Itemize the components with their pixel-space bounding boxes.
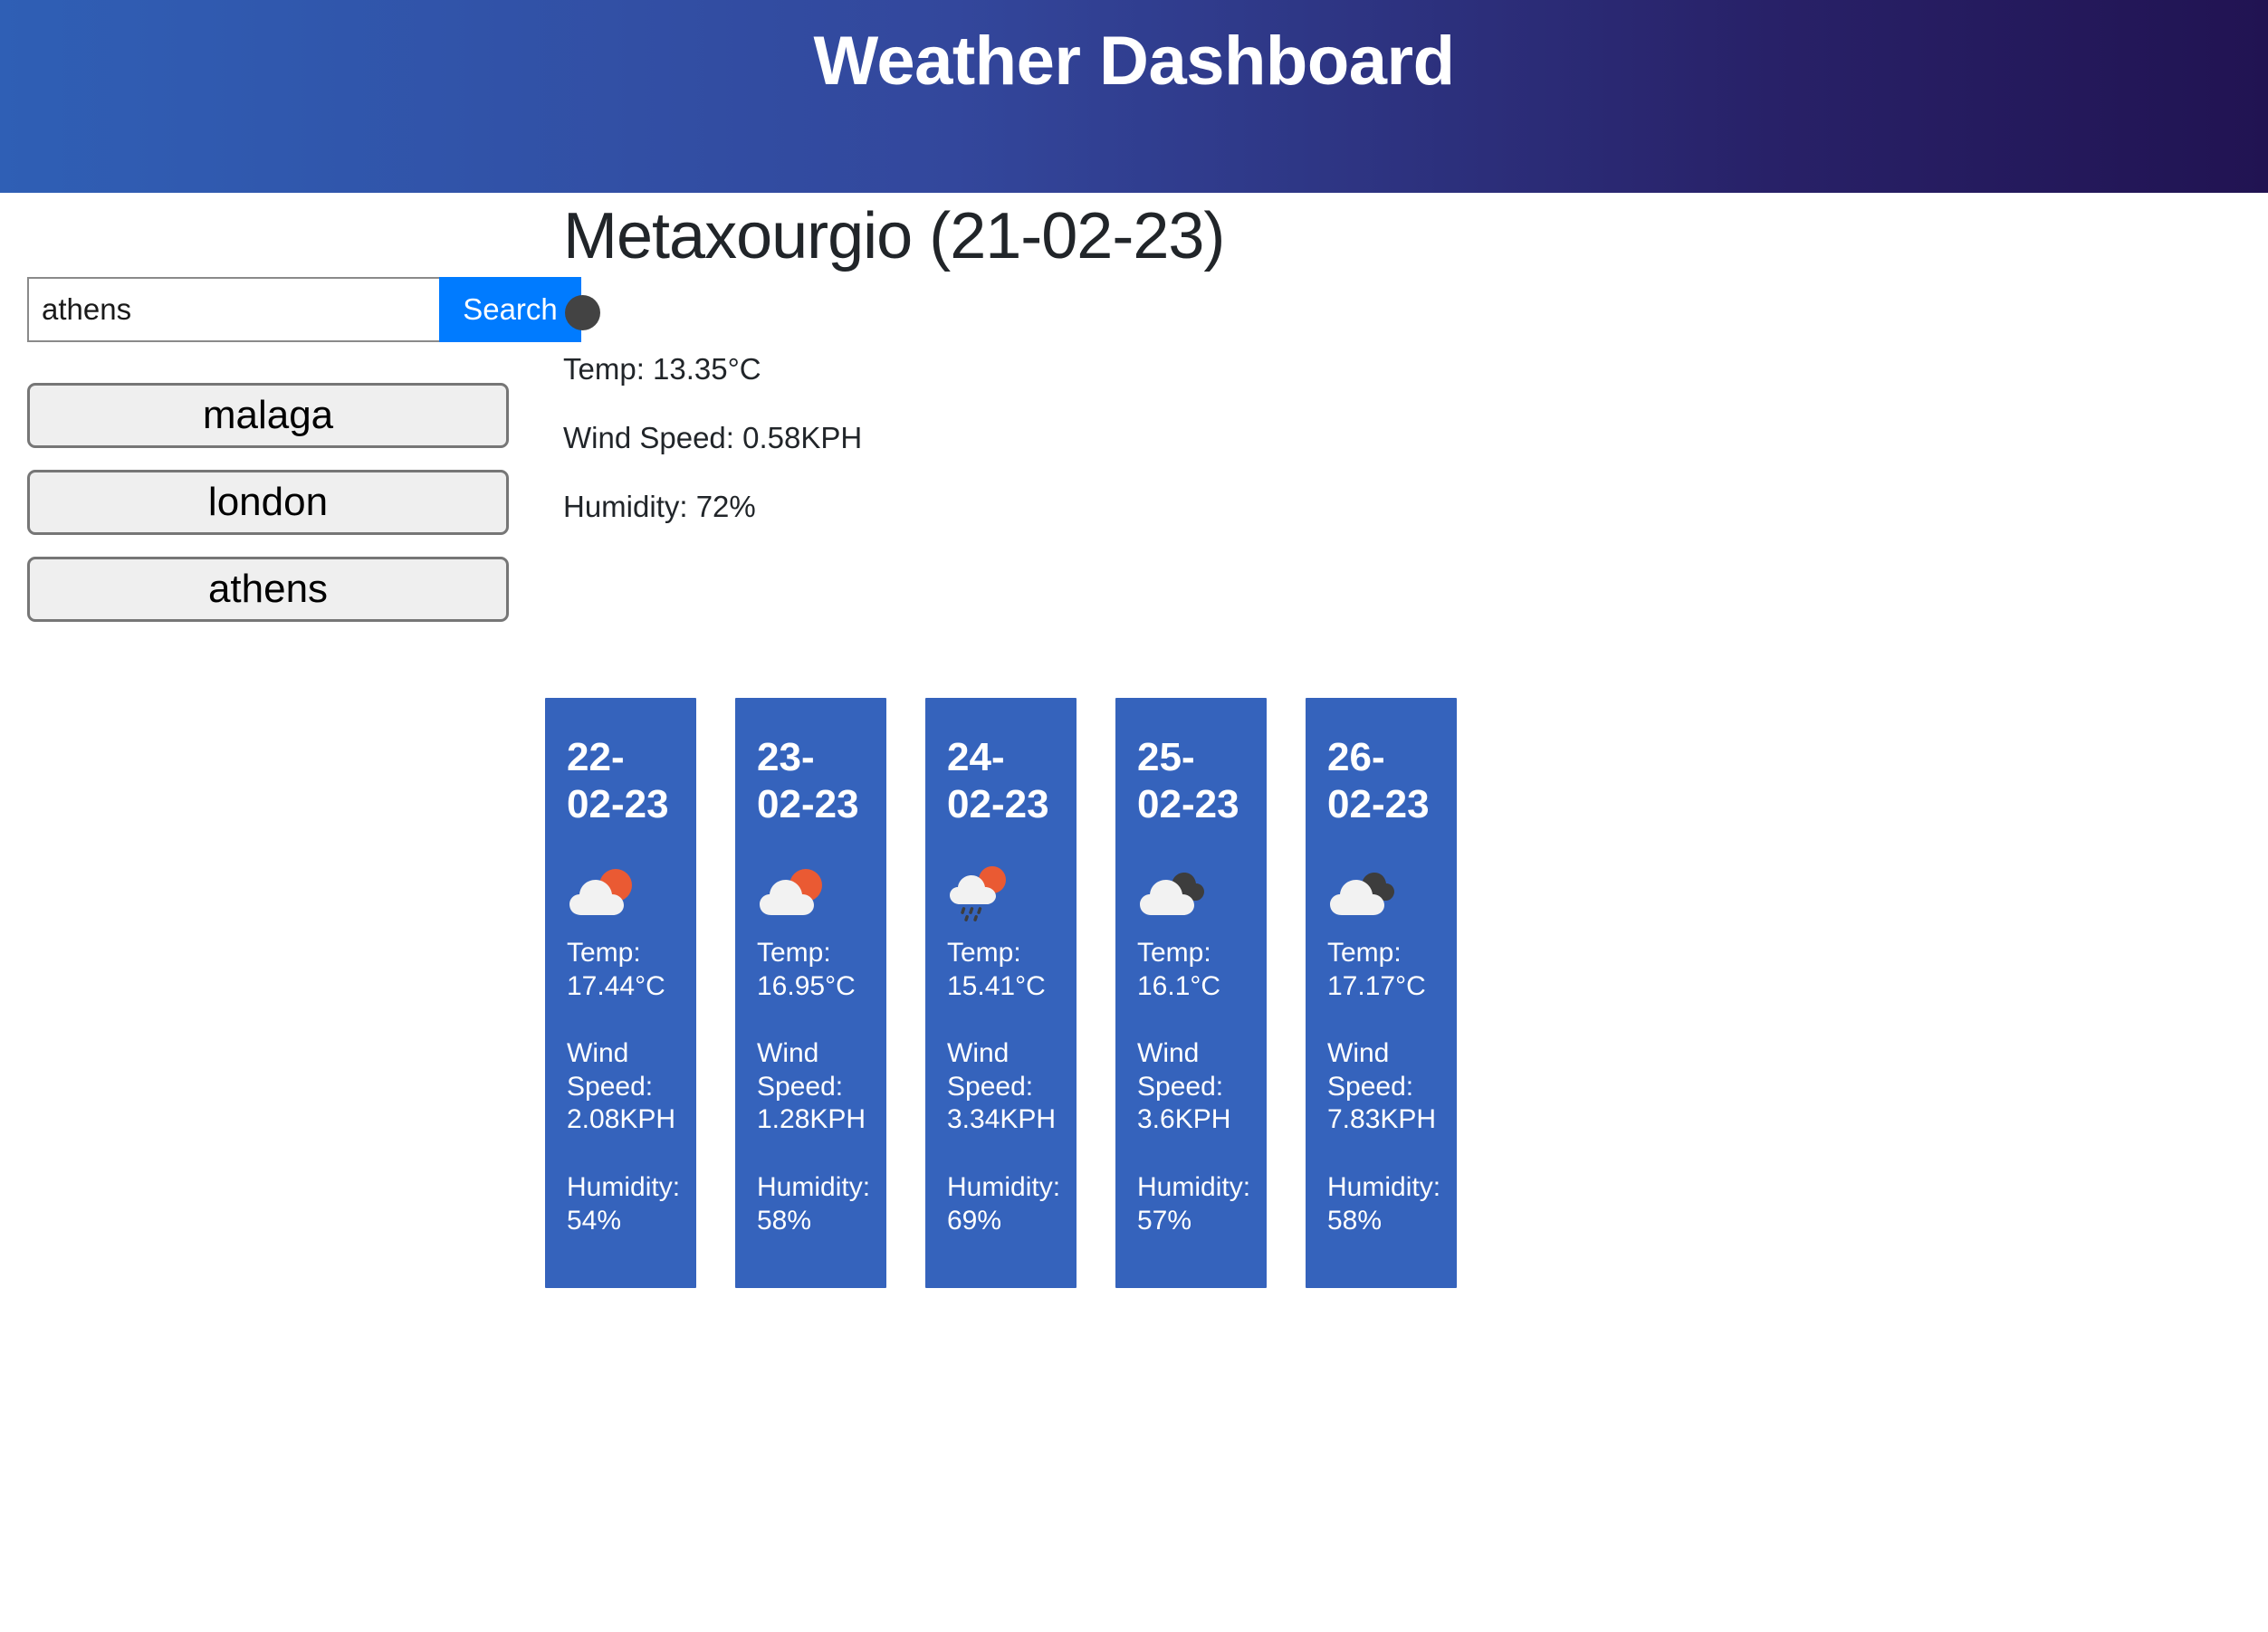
forecast-card: 24-02-23 Temp: 15.41°C Wind Speed: 3.34K… bbox=[925, 698, 1077, 1289]
search-input[interactable] bbox=[27, 277, 439, 342]
forecast-temp: Temp: 16.1°C bbox=[1137, 937, 1221, 1001]
forecast-humidity: Humidity: 57% bbox=[1137, 1171, 1251, 1236]
forecast-wind-speed: Wind Speed: 7.83KPH bbox=[1327, 1038, 1437, 1135]
current-weather-panel: Metaxourgio (21-02-23) Temp: 13.35°C Win… bbox=[543, 193, 2268, 524]
city-button-london[interactable]: london bbox=[27, 470, 509, 535]
forecast-date: 23-02-23 bbox=[757, 735, 859, 827]
forecast-temp: Temp: 17.17°C bbox=[1327, 937, 1426, 1001]
few-clouds-icon bbox=[760, 868, 822, 915]
current-weather-icon-wrap bbox=[563, 275, 2268, 351]
few-clouds-icon bbox=[569, 868, 632, 915]
recent-city-list: malaga london athens bbox=[27, 383, 543, 622]
page-body: Search malaga london athens Metaxourgio … bbox=[0, 193, 2268, 1289]
forecast-humidity: Humidity: 58% bbox=[757, 1171, 871, 1236]
broken-image-placeholder-icon bbox=[565, 295, 600, 331]
forecast-date: 22-02-23 bbox=[567, 735, 669, 827]
city-button-athens[interactable]: athens bbox=[27, 557, 509, 622]
forecast-date: 26-02-23 bbox=[1327, 735, 1430, 827]
forecast-card: 25-02-23 Temp: 16.1°C Wind Speed: 3.6KPH… bbox=[1115, 698, 1267, 1289]
broken-clouds-icon bbox=[1140, 872, 1204, 915]
main-content: Metaxourgio (21-02-23) Temp: 13.35°C Win… bbox=[543, 193, 2268, 1289]
forecast-humidity: Humidity: 58% bbox=[1327, 1171, 1441, 1236]
forecast-card: 23-02-23 Temp: 16.95°C Wind Speed: 1.28K… bbox=[735, 698, 886, 1289]
forecast-list: 22-02-23 Temp: 17.44°C Wind Speed: 2.08K… bbox=[543, 557, 2268, 1289]
broken-clouds-icon bbox=[1330, 872, 1394, 915]
forecast-humidity: Humidity: 54% bbox=[567, 1171, 681, 1236]
forecast-humidity: Humidity: 69% bbox=[947, 1171, 1061, 1236]
current-humidity: Humidity: 72% bbox=[563, 489, 756, 523]
current-weather-title: Metaxourgio (21-02-23) bbox=[563, 200, 1225, 272]
forecast-wind-speed: Wind Speed: 3.34KPH bbox=[947, 1038, 1057, 1135]
sidebar: Search malaga london athens bbox=[0, 193, 581, 622]
shower-rain-icon bbox=[950, 865, 1006, 921]
forecast-temp: Temp: 17.44°C bbox=[567, 937, 665, 1001]
forecast-card: 22-02-23 Temp: 17.44°C Wind Speed: 2.08K… bbox=[545, 698, 696, 1289]
forecast-date: 24-02-23 bbox=[947, 735, 1049, 827]
city-button-malaga[interactable]: malaga bbox=[27, 383, 509, 448]
current-temp: Temp: 13.35°C bbox=[563, 352, 761, 387]
forecast-date: 25-02-23 bbox=[1137, 735, 1239, 827]
search-form: Search bbox=[27, 277, 581, 342]
forecast-temp: Temp: 15.41°C bbox=[947, 937, 1046, 1001]
forecast-wind-speed: Wind Speed: 3.6KPH bbox=[1137, 1038, 1231, 1135]
forecast-card: 26-02-23 Temp: 17.17°C Wind Speed: 7.83K… bbox=[1306, 698, 1457, 1289]
current-wind-speed: Wind Speed: 0.58KPH bbox=[563, 420, 863, 454]
forecast-temp: Temp: 16.95°C bbox=[757, 937, 856, 1001]
forecast-wind-speed: Wind Speed: 2.08KPH bbox=[567, 1038, 676, 1135]
forecast-wind-speed: Wind Speed: 1.28KPH bbox=[757, 1038, 866, 1135]
